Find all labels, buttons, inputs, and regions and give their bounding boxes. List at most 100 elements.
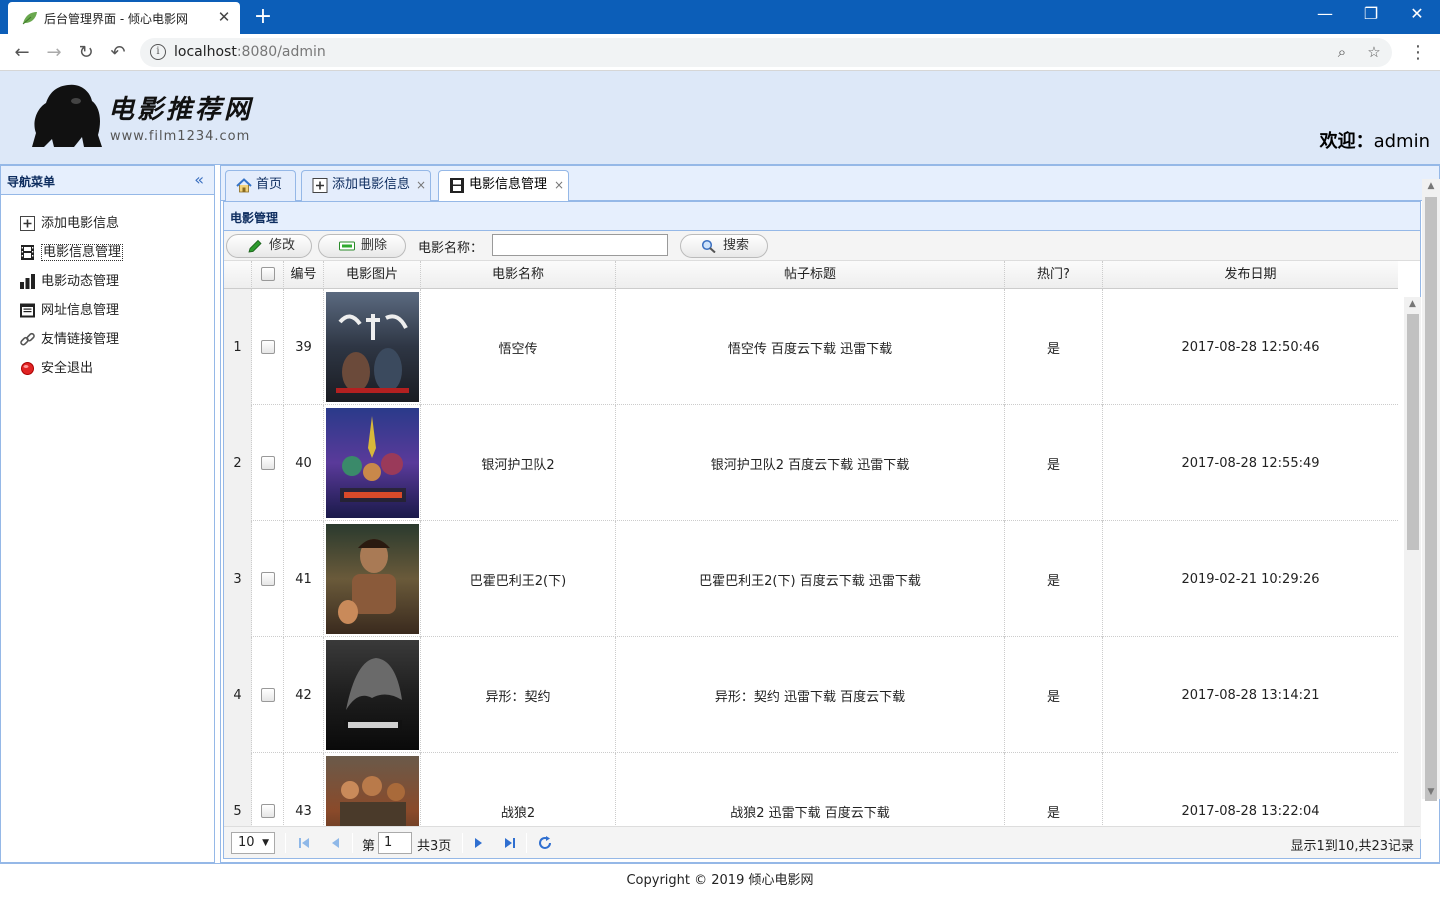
table-row[interactable]: 3 41 巴霍巴利王2(下) 巴霍巴利王2(下) 百度云下载 迅雷下载 是 20…: [224, 521, 1398, 637]
address-bar[interactable]: i localhost:8080/admin ⌕ ☆: [140, 38, 1392, 67]
scroll-thumb[interactable]: [1425, 197, 1437, 801]
poster-cell: [324, 521, 421, 637]
tab-home[interactable]: 首页: [225, 170, 296, 201]
table-row[interactable]: 4 42 异形：契约 异形：契约 迅雷下载 百度云下载 是 2017-08-28…: [224, 637, 1398, 753]
row-number: 4: [224, 637, 252, 753]
undo-icon[interactable]: ↶: [106, 41, 130, 65]
header-rownum: [224, 261, 252, 289]
content-tabs: 首页 添加电影信息 × 电影信息管理 ×: [221, 166, 1439, 202]
movie-name: 悟空传: [421, 289, 616, 405]
url-text[interactable]: localhost:8080/admin: [174, 44, 326, 60]
poster-cell: [324, 637, 421, 753]
grid-scrollbar[interactable]: ▲ ▼: [1404, 297, 1421, 839]
header-image[interactable]: 电影图片: [324, 261, 421, 289]
copyright-text: Copyright © 2019 倾心电影网: [626, 873, 814, 888]
new-tab-button[interactable]: +: [250, 4, 276, 30]
nav-item-add-movie[interactable]: 添加电影信息: [1, 211, 214, 240]
row-checkbox[interactable]: [260, 456, 275, 470]
row-checkbox-cell: [252, 521, 284, 637]
film-icon: [21, 245, 34, 260]
reload-icon[interactable]: ↻: [74, 41, 98, 65]
row-checkbox[interactable]: [260, 340, 275, 354]
total-pages: 共3页: [417, 839, 452, 854]
info-icon[interactable]: i: [150, 44, 166, 60]
scroll-down-icon[interactable]: ▼: [1422, 785, 1440, 799]
movie-name: 银河护卫队2: [421, 405, 616, 521]
scroll-thumb[interactable]: [1407, 314, 1419, 550]
close-tab-icon[interactable]: ✕: [214, 7, 234, 27]
post-title: 巴霍巴利王2(下) 百度云下载 迅雷下载: [616, 521, 1005, 637]
table-row[interactable]: 2 40 银河护卫队2 银河护卫队2 百度云下载 迅雷下载 是 2017-08-…: [224, 405, 1398, 521]
close-window-icon[interactable]: ✕: [1394, 0, 1440, 30]
back-icon[interactable]: ←: [10, 41, 34, 65]
search-button[interactable]: 搜索: [680, 234, 768, 258]
restore-icon[interactable]: ❐: [1348, 0, 1394, 30]
star-icon[interactable]: ☆: [1364, 42, 1384, 62]
row-checkbox[interactable]: [260, 572, 275, 586]
page-number-input[interactable]: 1: [378, 832, 412, 854]
nav-item-movie-manage[interactable]: 电影信息管理: [1, 240, 214, 269]
header-date[interactable]: 发布日期: [1103, 261, 1398, 289]
browser-tab-bar: 后台管理界面 - 倾心电影网 ✕ + — ❐ ✕: [0, 0, 1440, 34]
row-checkbox-cell: [252, 753, 284, 826]
grid-header: 编号 电影图片 电影名称 帖子标题 热门? 发布日期: [224, 261, 1398, 289]
header-name[interactable]: 电影名称: [421, 261, 616, 289]
site-header: 电影推荐网 www.film1234.com 欢迎：admin: [0, 71, 1440, 165]
page-size-select[interactable]: 10 ▼: [231, 832, 275, 854]
hot-flag: 是: [1005, 753, 1103, 826]
tab-add-movie[interactable]: 添加电影信息 ×: [301, 170, 431, 201]
last-page-icon[interactable]: [502, 835, 518, 851]
post-title: 银河护卫队2 百度云下载 迅雷下载: [616, 405, 1005, 521]
row-checkbox[interactable]: [260, 804, 275, 818]
prev-page-icon[interactable]: [328, 835, 344, 851]
publish-date: 2017-08-28 13:14:21: [1181, 687, 1320, 703]
header-id[interactable]: 编号: [284, 261, 324, 289]
movie-name-input[interactable]: [492, 234, 668, 256]
panel-title: 电影管理: [230, 211, 279, 225]
select-all-checkbox[interactable]: [260, 267, 275, 281]
gorilla-logo-icon: [32, 84, 102, 147]
movie-name: 异形：契约: [421, 637, 616, 753]
close-tab-icon[interactable]: ×: [554, 171, 564, 199]
first-page-icon[interactable]: [296, 835, 312, 851]
table-row[interactable]: 1 39 悟空传 悟空传 百度云下载 迅雷下载 是 2017-08-28 12:…: [224, 289, 1398, 405]
delete-button[interactable]: 删除: [318, 234, 406, 258]
forward-icon[interactable]: →: [42, 41, 66, 65]
window-icon: [20, 303, 35, 318]
nav-panel-header: 导航菜单 «: [1, 166, 214, 195]
movie-id: 39: [284, 289, 324, 405]
row-number: 5: [224, 753, 252, 826]
nav-item-url-manage[interactable]: 网址信息管理: [1, 298, 214, 327]
tab-movie-manage[interactable]: 电影信息管理 ×: [438, 170, 569, 202]
next-page-icon[interactable]: [470, 835, 486, 851]
chart-icon: [20, 274, 35, 289]
more-menu-icon[interactable]: ⋮: [1408, 41, 1428, 65]
minimize-icon[interactable]: —: [1302, 0, 1348, 30]
nav-title: 导航菜单: [7, 175, 56, 189]
table-row[interactable]: 5 43 战狼2 战狼2 迅雷下载 百度云下载 是 2017-08-28 13:…: [224, 753, 1398, 826]
edit-button[interactable]: 修改: [226, 234, 312, 258]
publish-date: 2017-08-28 12:55:49: [1181, 455, 1320, 471]
nav-item-movie-news[interactable]: 电影动态管理: [1, 269, 214, 298]
logo-url: www.film1234.com: [110, 129, 251, 144]
row-checkbox[interactable]: [260, 688, 275, 702]
scroll-up-icon[interactable]: ▲: [1422, 179, 1440, 193]
nav-item-friend-links[interactable]: 友情链接管理: [1, 327, 214, 356]
scroll-up-icon[interactable]: ▲: [1404, 297, 1421, 311]
header-title[interactable]: 帖子标题: [616, 261, 1005, 289]
header-hot[interactable]: 热门?: [1005, 261, 1103, 289]
nav-panel: 导航菜单 « 添加电影信息 电影信息管理 电影动态管理 网址信息管理 友情链接管…: [0, 165, 215, 863]
record-info: 显示1到10,共23记录: [1290, 839, 1415, 854]
browser-tab[interactable]: 后台管理界面 - 倾心电影网 ✕: [8, 2, 240, 34]
close-tab-icon[interactable]: ×: [416, 171, 426, 199]
publish-date: 2019-02-21 10:29:26: [1181, 571, 1320, 587]
collapse-icon[interactable]: «: [194, 170, 204, 189]
row-number: 2: [224, 405, 252, 521]
refresh-icon[interactable]: [537, 835, 553, 851]
movie-poster-image: [325, 756, 419, 826]
home-icon: [236, 178, 252, 193]
page-scrollbar[interactable]: ▲ ▼: [1422, 179, 1440, 801]
nav-item-logout[interactable]: 安全退出: [1, 356, 214, 385]
zoom-icon[interactable]: ⌕: [1332, 42, 1352, 62]
hot-flag: 是: [1005, 405, 1103, 521]
